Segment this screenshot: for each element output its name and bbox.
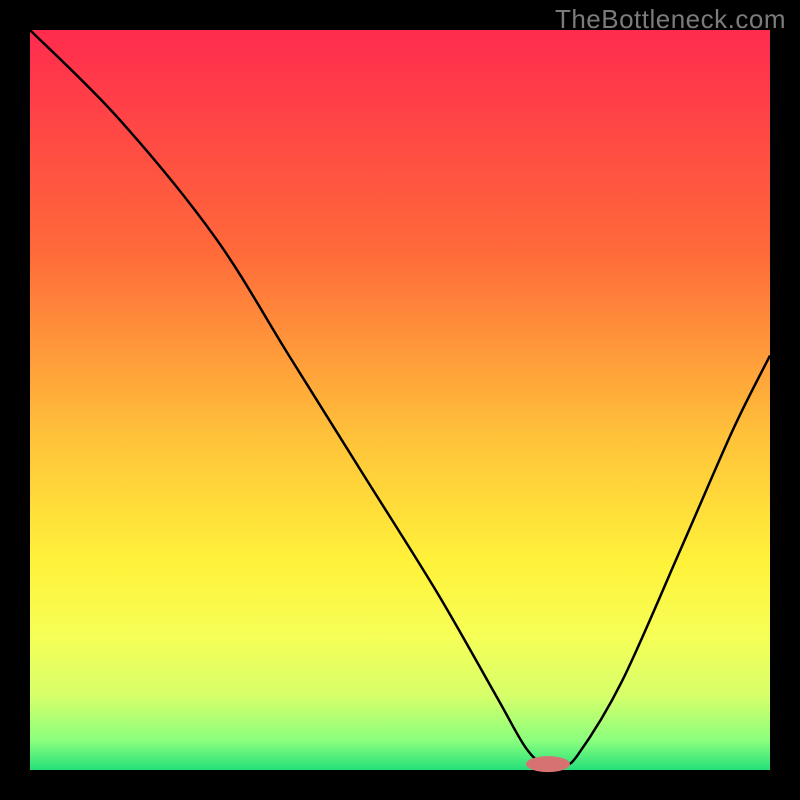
chart-frame: TheBottleneck.com	[0, 0, 800, 800]
plot-background	[30, 30, 770, 770]
optimal-marker	[526, 756, 570, 772]
watermark-label: TheBottleneck.com	[555, 4, 786, 35]
bottleneck-chart	[0, 0, 800, 800]
